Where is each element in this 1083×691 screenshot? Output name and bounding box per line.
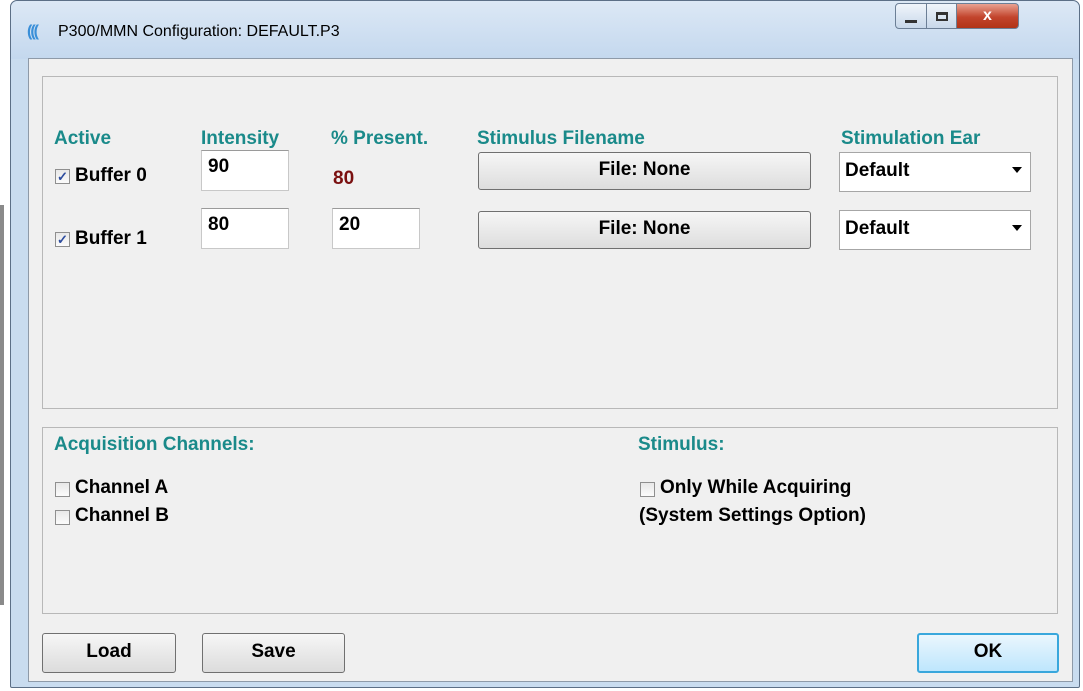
maximize-icon (935, 11, 948, 21)
only-while-acquiring-label: Only While Acquiring (660, 477, 852, 498)
header-stimulus-filename: Stimulus Filename (477, 128, 645, 149)
ok-button[interactable]: OK (917, 633, 1059, 673)
background-window-edge (0, 205, 4, 605)
close-button[interactable]: x (957, 3, 1019, 29)
maximize-button[interactable] (927, 3, 957, 29)
buffer-1-intensity-input[interactable]: 80 (201, 208, 289, 249)
system-settings-note: (System Settings Option) (639, 505, 866, 526)
buffer-1-checkbox[interactable]: ✓ (55, 232, 70, 247)
buffer-0-file-button[interactable]: File: None (478, 152, 811, 190)
minimize-button[interactable] (895, 3, 927, 29)
channel-b-label: Channel B (75, 505, 169, 526)
buffer-0-intensity-input[interactable]: 90 (201, 150, 289, 191)
only-while-acquiring-checkbox[interactable] (640, 482, 655, 497)
channel-b-checkbox[interactable] (55, 510, 70, 525)
window-title: P300/MMN Configuration: DEFAULT.P3 (58, 23, 340, 40)
options-panel: Acquisition Channels: Channel A Channel … (42, 427, 1058, 614)
chevron-down-icon (1012, 225, 1022, 231)
buffer-1-label: Buffer 1 (75, 228, 147, 249)
buffers-panel: Active Intensity % Present. Stimulus Fil… (42, 76, 1058, 409)
chevron-down-icon (1012, 167, 1022, 173)
buffer-0-percent-present: 80 (333, 168, 355, 189)
buffer-1-percent-present-input[interactable]: 20 (332, 208, 420, 249)
buffer-0-label: Buffer 0 (75, 165, 147, 186)
save-button[interactable]: Save (202, 633, 345, 673)
header-percent-present: % Present. (331, 128, 429, 149)
minimize-icon (905, 19, 917, 23)
buffer-1-file-button[interactable]: File: None (478, 211, 811, 249)
header-intensity: Intensity (201, 128, 280, 149)
buffer-0-ear-value: Default (845, 160, 910, 181)
close-icon: x (983, 7, 992, 24)
buffer-0-ear-select[interactable]: Default (839, 152, 1031, 192)
header-active: Active (54, 128, 112, 149)
acquisition-channels-heading: Acquisition Channels: (54, 434, 255, 455)
buffer-1-ear-select[interactable]: Default (839, 210, 1031, 250)
config-window: ((( P300/MMN Configuration: DEFAULT.P3 x… (10, 0, 1080, 688)
buffer-1-ear-value: Default (845, 218, 910, 239)
buffer-0-checkbox[interactable]: ✓ (55, 169, 70, 184)
dialog-client-area: Active Intensity % Present. Stimulus Fil… (28, 58, 1073, 682)
load-button[interactable]: Load (42, 633, 176, 673)
stimulus-heading: Stimulus: (638, 434, 725, 455)
channel-a-checkbox[interactable] (55, 482, 70, 497)
sound-wave-icon: ((( (27, 23, 39, 40)
header-stimulation-ear: Stimulation Ear (841, 128, 981, 149)
title-bar[interactable]: ((( P300/MMN Configuration: DEFAULT.P3 x (11, 1, 1079, 59)
channel-a-label: Channel A (75, 477, 169, 498)
